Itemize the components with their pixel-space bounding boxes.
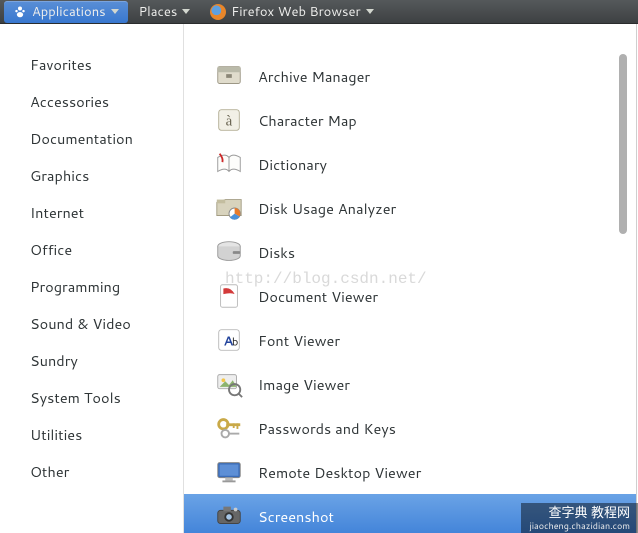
category-item-utilities[interactable]: Utilities — [0, 416, 183, 453]
chevron-down-icon — [111, 9, 119, 14]
docviewer-icon — [214, 281, 244, 311]
app-label: Font Viewer — [258, 330, 340, 351]
scrollbar-thumb[interactable] — [619, 54, 627, 234]
chevron-down-icon — [366, 9, 374, 14]
app-label: Remote Desktop Viewer — [258, 462, 421, 483]
application-list-container: Archive Manager à Character Map Dictionary D… — [184, 24, 636, 533]
svg-text:b: b — [232, 334, 239, 350]
remote-icon — [214, 457, 244, 487]
category-item-programming[interactable]: Programming — [0, 268, 183, 305]
app-label: Document Viewer — [258, 286, 378, 307]
keys-icon — [214, 413, 244, 443]
category-item-documentation[interactable]: Documentation — [0, 120, 183, 157]
app-label: Screenshot — [258, 506, 334, 527]
diskusage-icon — [214, 193, 244, 223]
places-menu[interactable]: Places — [130, 1, 200, 23]
app-item-image-viewer[interactable]: Image Viewer — [184, 362, 636, 406]
disks-icon — [214, 237, 244, 267]
app-item-document-viewer[interactable]: Document Viewer — [184, 274, 636, 318]
category-item-accessories[interactable]: Accessories — [0, 83, 183, 120]
app-label: Disks — [258, 242, 295, 263]
category-item-sound-video[interactable]: Sound & Video — [0, 305, 183, 342]
screenshot-icon — [214, 501, 244, 531]
app-item-archive-manager[interactable]: Archive Manager — [184, 54, 636, 98]
app-item-disks[interactable]: Disks — [184, 230, 636, 274]
app-item-character-map[interactable]: à Character Map — [184, 98, 636, 142]
category-item-system-tools[interactable]: System Tools — [0, 379, 183, 416]
category-item-internet[interactable]: Internet — [0, 194, 183, 231]
app-item-passwords-and-keys[interactable]: Passwords and Keys — [184, 406, 636, 450]
badge-sub: jiaocheng.chazidian.com — [529, 521, 630, 532]
app-label: Disk Usage Analyzer — [258, 198, 396, 219]
app-label: Passwords and Keys — [258, 418, 396, 439]
category-item-sundry[interactable]: Sundry — [0, 342, 183, 379]
firefox-menu[interactable]: Firefox Web Browser — [201, 1, 382, 23]
applications-menu-label: Applications — [32, 3, 106, 21]
category-item-favorites[interactable]: Favorites — [0, 46, 183, 83]
source-badge: 查字典 教程网 jiaocheng.chazidian.com — [521, 503, 638, 533]
gnome-foot-icon — [13, 5, 27, 19]
firefox-icon — [210, 4, 226, 20]
svg-text:à: à — [226, 114, 233, 130]
archive-icon — [214, 61, 244, 91]
places-menu-label: Places — [139, 3, 178, 21]
charmap-icon: à — [214, 105, 244, 135]
app-item-disk-usage-analyzer[interactable]: Disk Usage Analyzer — [184, 186, 636, 230]
app-label: Dictionary — [258, 154, 327, 175]
category-item-office[interactable]: Office — [0, 231, 183, 268]
category-item-other[interactable]: Other — [0, 453, 183, 490]
applications-dropdown-panel: FavoritesAccessoriesDocumentationGraphic… — [0, 24, 637, 533]
app-label: Archive Manager — [258, 66, 370, 87]
imageviewer-icon — [214, 369, 244, 399]
application-list: Archive Manager à Character Map Dictionary D… — [184, 24, 636, 533]
chevron-down-icon — [182, 9, 190, 14]
applications-menu[interactable]: Applications — [4, 1, 128, 23]
fontviewer-icon: Ab — [214, 325, 244, 355]
app-label: Image Viewer — [258, 374, 350, 395]
top-panel: Applications Places Firefox Web Browser — [0, 0, 638, 24]
category-item-graphics[interactable]: Graphics — [0, 157, 183, 194]
app-item-remote-desktop-viewer[interactable]: Remote Desktop Viewer — [184, 450, 636, 494]
dictionary-icon — [214, 149, 244, 179]
firefox-menu-label: Firefox Web Browser — [231, 3, 360, 21]
category-list: FavoritesAccessoriesDocumentationGraphic… — [0, 24, 184, 533]
app-item-font-viewer[interactable]: Ab Font Viewer — [184, 318, 636, 362]
app-label: Character Map — [258, 110, 357, 131]
app-item-dictionary[interactable]: Dictionary — [184, 142, 636, 186]
